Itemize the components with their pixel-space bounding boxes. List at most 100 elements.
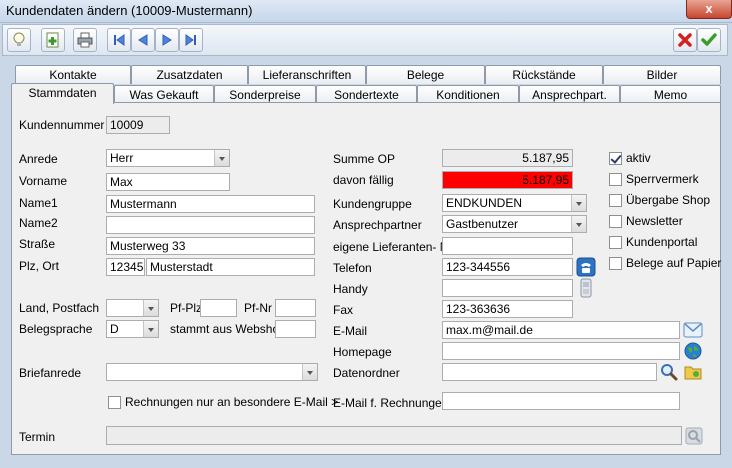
pfnr-label: Pf-Nr [244, 301, 272, 315]
toolbar [2, 24, 728, 56]
call-button[interactable] [576, 257, 596, 277]
kundenportal-checkbox[interactable] [609, 236, 622, 249]
rechnungen-email-checkbox[interactable] [108, 396, 121, 409]
next-record-icon [162, 34, 172, 46]
homepage-field[interactable] [442, 342, 680, 360]
tab-bilder[interactable]: Bilder [603, 65, 721, 84]
webshop-label: stammt aus Webshop [170, 322, 286, 336]
pfplz-field[interactable] [200, 299, 237, 317]
send-email-button[interactable] [683, 320, 703, 340]
ansprechpartner-label: Ansprechpartner [333, 218, 422, 232]
aktiv-label: aktiv [626, 151, 651, 165]
email-rechnungen-label: E-Mail f. Rechnungen [333, 396, 449, 410]
phone-icon [576, 257, 596, 277]
homepage-label: Homepage [333, 345, 392, 359]
name1-field[interactable]: Mustermann [106, 195, 315, 213]
folder-icon [684, 366, 702, 380]
belege-papier-checkbox[interactable] [609, 257, 622, 270]
webshop-field[interactable] [275, 320, 316, 338]
plz-field[interactable]: 12345 [106, 258, 145, 276]
chevron-down-icon[interactable] [143, 300, 158, 316]
chevron-down-icon[interactable] [143, 321, 158, 337]
kundennummer-field[interactable]: 10009 [106, 116, 170, 134]
briefanrede-select[interactable] [106, 363, 318, 381]
summe-op-label: Summe OP [333, 152, 396, 166]
magnifier-icon [661, 364, 678, 381]
termin-label: Termin [19, 430, 56, 444]
kundengruppe-select[interactable]: ENDKUNDEN [442, 194, 587, 212]
termin-button[interactable] [684, 426, 704, 446]
sperrvermerk-checkbox[interactable] [609, 173, 622, 186]
lieferanten-nr-field[interactable] [442, 237, 573, 255]
uebergabe-shop-checkbox[interactable] [609, 194, 622, 207]
cancel-button[interactable] [673, 28, 697, 52]
anrede-select[interactable]: Herr [106, 149, 230, 167]
email-rechnungen-field[interactable] [442, 392, 680, 410]
uebergabe-shop-label: Übergabe Shop [626, 193, 711, 207]
davon-faellig-label: davon fällig [333, 173, 394, 187]
last-record-button[interactable] [179, 28, 203, 52]
new-record-button[interactable] [41, 28, 65, 52]
print-icon [77, 32, 93, 48]
cancel-icon [678, 33, 692, 47]
print-button[interactable] [73, 28, 97, 52]
fax-field[interactable]: 123-363636 [442, 300, 573, 318]
fax-label: Fax [333, 303, 354, 317]
name1-label: Name1 [19, 196, 58, 210]
hint-button[interactable] [7, 28, 31, 52]
email-field[interactable]: max.m@mail.de [442, 321, 680, 339]
tab-lieferanschriften[interactable]: Lieferanschriften [248, 65, 366, 84]
next-record-button[interactable] [155, 28, 179, 52]
tab-rueckstaende[interactable]: Rückstände [485, 65, 603, 84]
ansprechpartner-select[interactable]: Gastbenutzer [442, 215, 587, 233]
first-record-button[interactable] [107, 28, 131, 52]
pfnr-field[interactable] [275, 299, 316, 317]
land-select[interactable] [106, 299, 159, 317]
belegsprache-select[interactable]: D [106, 320, 159, 338]
save-button[interactable] [697, 28, 721, 52]
previous-record-button[interactable] [131, 28, 155, 52]
land-postfach-label: Land, Postfach [19, 301, 100, 315]
aktiv-checkbox[interactable] [609, 152, 622, 165]
kundenportal-label: Kundenportal [626, 235, 698, 249]
tab-zusatzdaten[interactable]: Zusatzdaten [131, 65, 248, 84]
globe-icon [684, 342, 702, 360]
rechnungen-email-label: Rechnungen nur an besondere E-Mail > [125, 395, 339, 409]
strasse-field[interactable]: Musterweg 33 [106, 237, 315, 255]
lieferanten-nr-label: eigene Lieferanten- Nr. [333, 240, 456, 254]
handy-field[interactable] [442, 279, 573, 297]
mobile-call-button[interactable] [576, 278, 596, 298]
name2-field[interactable] [106, 216, 315, 234]
datenordner-search-button[interactable] [659, 362, 679, 382]
chevron-down-icon[interactable] [302, 364, 317, 380]
briefanrede-label: Briefanrede [19, 366, 82, 380]
chevron-down-icon[interactable] [571, 216, 586, 232]
email-label: E-Mail [333, 324, 368, 338]
termin-field[interactable] [106, 426, 682, 445]
mail-icon [683, 322, 703, 338]
tab-kontakte[interactable]: Kontakte [15, 65, 131, 84]
kundengruppe-value: ENDKUNDEN [446, 196, 523, 210]
datenordner-field[interactable] [442, 363, 657, 381]
chevron-down-icon[interactable] [214, 150, 229, 166]
tab-belege[interactable]: Belege [366, 65, 485, 84]
davon-faellig-field: 5.187,95 [442, 171, 573, 189]
tab-stammdaten[interactable]: Stammdaten [11, 83, 114, 104]
newsletter-label: Newsletter [626, 214, 683, 228]
belegsprache-value: D [110, 322, 119, 336]
telefon-field[interactable]: 123-344556 [442, 258, 573, 276]
telefon-label: Telefon [333, 261, 372, 275]
ort-field[interactable]: Musterstadt [146, 258, 315, 276]
confirm-icon [701, 33, 717, 46]
window-title: Kundendaten ändern (10009-Mustermann) [6, 3, 253, 18]
close-window-button[interactable]: x [686, 0, 732, 19]
chevron-down-icon[interactable] [571, 195, 586, 211]
newsletter-checkbox[interactable] [609, 215, 622, 228]
open-homepage-button[interactable] [683, 341, 703, 361]
strasse-label: Straße [19, 237, 56, 251]
ansprechpartner-value: Gastbenutzer [446, 217, 519, 231]
mobile-phone-icon [580, 278, 592, 298]
kundennummer-label: Kundennummer [19, 118, 105, 132]
vorname-field[interactable]: Max [106, 173, 230, 191]
datenordner-open-button[interactable] [683, 362, 703, 382]
